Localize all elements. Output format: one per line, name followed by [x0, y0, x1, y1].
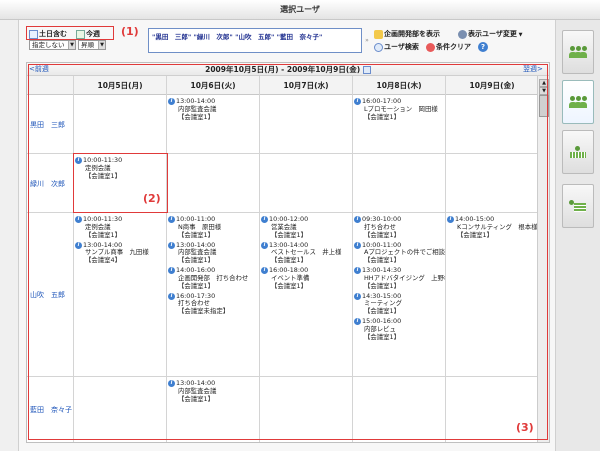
users-field-expand-icon[interactable]: » — [363, 30, 371, 52]
annotation-box-1 — [26, 26, 114, 40]
group-view-tab[interactable] — [562, 30, 594, 74]
list-view-tab[interactable] — [562, 184, 594, 228]
help-icon[interactable]: ? — [478, 42, 488, 52]
department-icon — [374, 29, 383, 39]
list-icon — [569, 200, 587, 212]
user-search-label: ユーザ検索 — [384, 43, 419, 51]
filter-select[interactable]: 指定しない ▼ — [29, 40, 76, 50]
search-icon — [374, 42, 383, 52]
window-title: 選択ユーザ — [0, 0, 600, 20]
view-switcher — [556, 20, 600, 451]
group-week-icon — [569, 96, 587, 108]
order-select[interactable]: 昇順 ▼ — [78, 40, 106, 50]
clear-icon — [426, 42, 435, 52]
annotation-box-3 — [28, 64, 548, 440]
clear-conditions-label: 条件クリア — [436, 43, 471, 51]
order-select-value: 昇順 — [81, 41, 94, 49]
annotation-label-3: (3) — [516, 421, 534, 434]
show-planning-dept-button[interactable]: 企画開発部を表示 — [374, 29, 440, 40]
timeline-view-tab[interactable] — [562, 130, 594, 174]
group-week-view-tab[interactable] — [562, 80, 594, 124]
selected-users-field[interactable]: "黒田 三郎" "緑川 次郎" "山吹 五郎" "藍田 奈々子" — [148, 28, 362, 53]
chevron-down-icon: ▼ — [516, 32, 523, 38]
clear-conditions-button[interactable]: 条件クリア — [426, 42, 471, 53]
timeline-icon — [569, 146, 587, 158]
filter-select-value: 指定しない — [32, 41, 65, 49]
show-planning-dept-label: 企画開発部を表示 — [384, 30, 440, 38]
annotation-label-2: (2) — [143, 192, 161, 205]
user-icon — [458, 29, 467, 39]
group-users-icon — [569, 46, 587, 58]
window: 選択ユーザ 土日含む 今週 (1) 指定しない ▼ 昇順 ▼ "黒田 三郎" "… — [0, 0, 600, 451]
chevron-down-icon: ▼ — [68, 41, 75, 49]
change-display-users-button[interactable]: 表示ユーザ変更 ▼ — [458, 29, 522, 40]
selected-users-text: "黒田 三郎" "緑川 次郎" "山吹 五郎" "藍田 奈々子" — [152, 33, 323, 41]
user-search-button[interactable]: ユーザ検索 — [374, 42, 419, 53]
change-display-users-label: 表示ユーザ変更 — [468, 30, 517, 38]
annotation-label-1: (1) — [121, 25, 139, 38]
chevron-down-icon: ▼ — [98, 41, 105, 49]
